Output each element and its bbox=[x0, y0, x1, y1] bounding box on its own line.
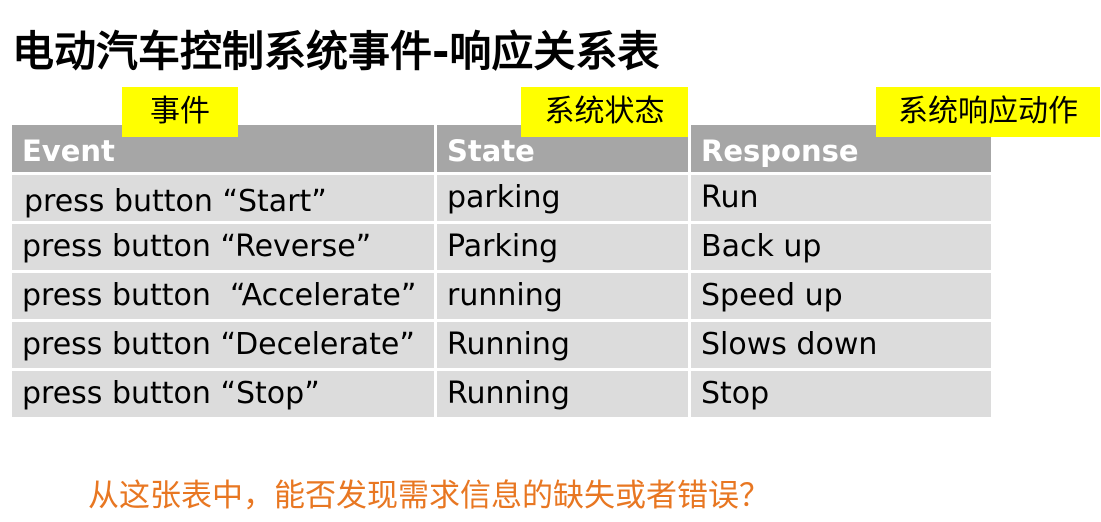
cell-state: parking bbox=[437, 175, 688, 221]
tag-response: 系统响应动作 bbox=[876, 87, 1100, 137]
cell-event: press button “Decelerate” bbox=[12, 322, 434, 368]
cell-state: Running bbox=[437, 322, 688, 368]
table-row: press button “Decelerate” Running Slows … bbox=[12, 322, 991, 368]
page-title: 电动汽车控制系统事件-响应关系表 bbox=[12, 27, 660, 76]
cell-response: Run bbox=[691, 175, 991, 221]
event-response-table: Event State Response press button “Start… bbox=[12, 125, 991, 420]
question-text: 从这张表中，能否发现需求信息的缺失或者错误？ bbox=[88, 478, 770, 514]
table-row: press button “Start” parking Run bbox=[12, 175, 991, 221]
cell-event: press button “Reverse” bbox=[12, 224, 434, 270]
tag-event: 事件 bbox=[122, 87, 238, 137]
cell-state: running bbox=[437, 273, 688, 319]
cell-state: Running bbox=[437, 371, 688, 417]
table-row: press button “Stop” Running Stop bbox=[12, 371, 991, 417]
cell-response: Back up bbox=[691, 224, 991, 270]
table-row: press button “Accelerate” running Speed … bbox=[12, 273, 991, 319]
cell-state: Parking bbox=[437, 224, 688, 270]
cell-response: Stop bbox=[691, 371, 991, 417]
tag-state: 系统状态 bbox=[521, 87, 688, 137]
table-row: press button “Reverse” Parking Back up bbox=[12, 224, 991, 270]
cell-response: Slows down bbox=[691, 322, 991, 368]
cell-event: press button “Accelerate” bbox=[12, 273, 434, 319]
cell-event: press button “Stop” bbox=[12, 371, 434, 417]
cell-response: Speed up bbox=[691, 273, 991, 319]
cell-event: press button “Start” bbox=[12, 175, 434, 221]
